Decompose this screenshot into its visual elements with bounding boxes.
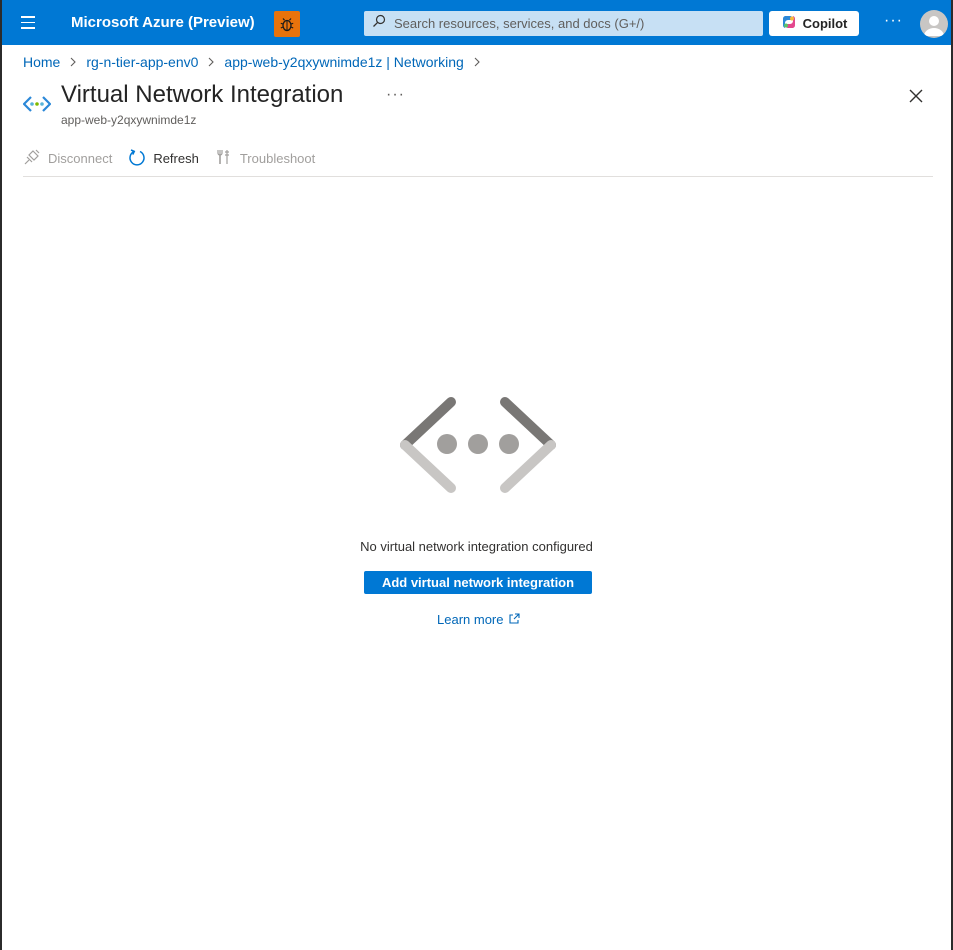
copilot-label: Copilot [802,16,848,31]
search-box[interactable] [364,11,763,36]
avatar-icon[interactable] [920,10,948,38]
disconnect-icon [23,148,41,169]
breadcrumb: Home rg-n-tier-app-env0 app-web-y2qxywni… [23,54,490,70]
empty-state-message: No virtual network integration configure… [360,539,593,554]
troubleshoot-icon [215,148,233,169]
learn-more-link[interactable]: Learn more [437,612,521,627]
bug-icon[interactable] [274,11,300,37]
toolbar-divider [23,176,933,177]
window-frame-left [0,0,2,950]
disconnect-label: Disconnect [48,150,113,166]
close-icon[interactable] [907,87,925,105]
more-options-icon[interactable]: ··· [884,12,903,30]
command-bar: Disconnect Refresh Troubleshoot [23,146,331,170]
chevron-right-icon [207,57,215,67]
brand-title[interactable]: Microsoft Azure (Preview) [71,14,255,31]
breadcrumb-networking[interactable]: app-web-y2qxywnimde1z | Networking [224,54,463,70]
chevron-right-icon [473,57,481,67]
refresh-icon [128,148,146,169]
chevron-right-icon [69,57,77,67]
refresh-label: Refresh [153,150,199,166]
disconnect-button[interactable]: Disconnect [23,148,112,169]
learn-more-label: Learn more [437,612,504,627]
vnet-empty-illustration-icon [398,396,558,494]
troubleshoot-label: Troubleshoot [239,150,316,166]
copilot-button[interactable]: Copilot [769,11,859,36]
more-options-icon[interactable]: ··· [386,86,405,104]
refresh-button[interactable]: Refresh [128,148,199,169]
page-title: Virtual Network Integration [61,81,344,108]
vnet-icon [22,94,52,114]
page-subtitle: app-web-y2qxywnimde1z [61,113,197,127]
external-link-icon [509,612,521,627]
copilot-icon [781,14,797,33]
breadcrumb-resource-group[interactable]: rg-n-tier-app-env0 [86,54,198,70]
search-icon [372,14,386,33]
top-bar: Microsoft Azure (Preview) Copilot [2,0,951,45]
search-input[interactable] [392,15,756,32]
breadcrumb-home[interactable]: Home [23,54,60,70]
troubleshoot-button[interactable]: Troubleshoot [215,148,315,169]
hamburger-icon[interactable] [16,12,40,34]
add-vnet-integration-button[interactable]: Add virtual network integration [364,571,592,594]
